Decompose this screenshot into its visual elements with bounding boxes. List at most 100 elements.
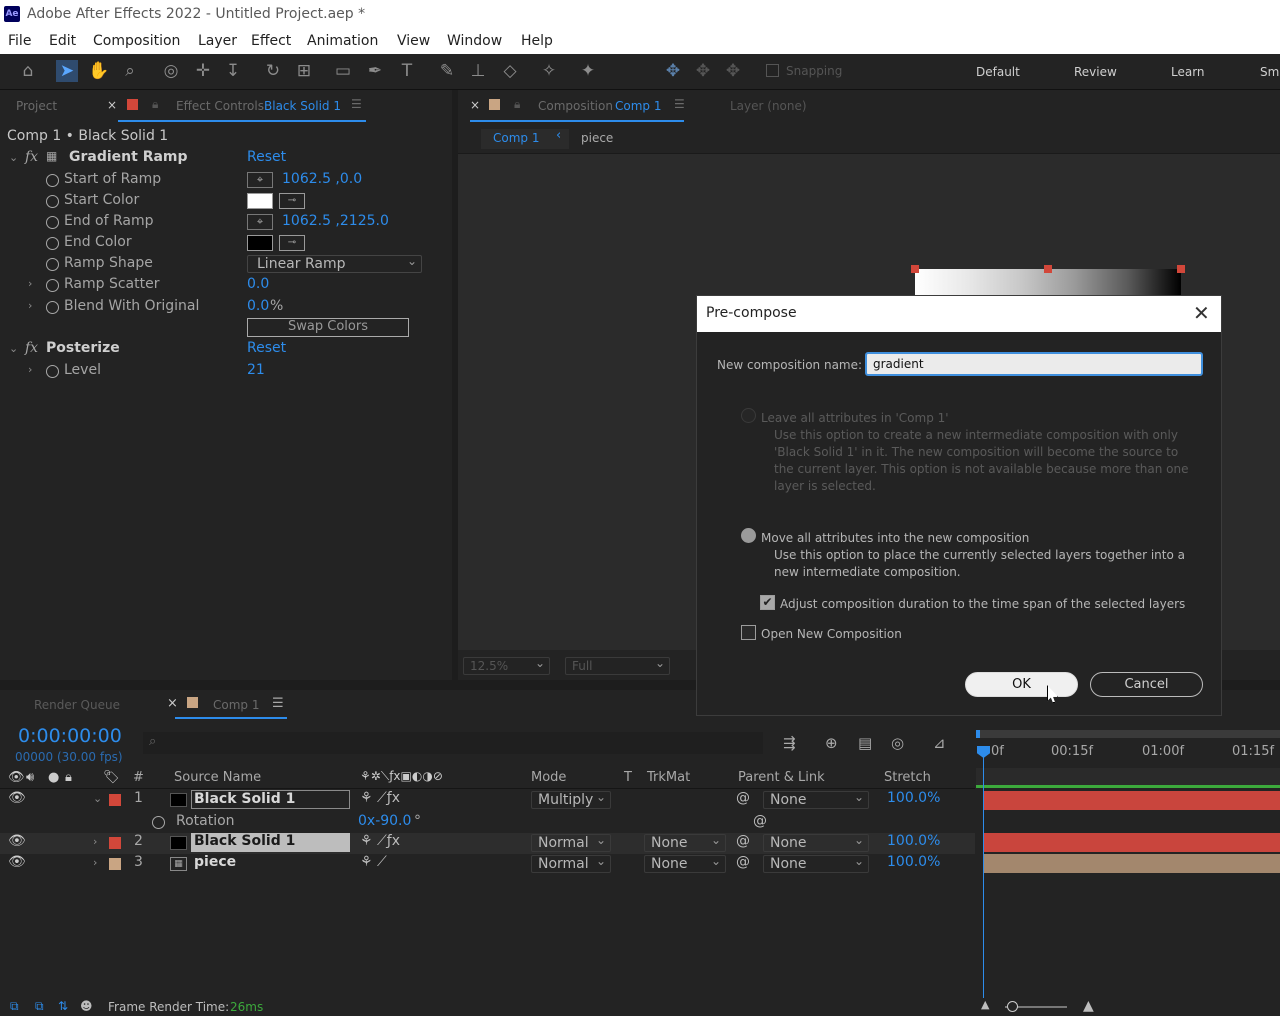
effect-target-name[interactable]: Black Solid 1	[264, 99, 341, 113]
frame-blend-icon[interactable]: ▤	[858, 734, 872, 752]
playhead-marker-icon[interactable]	[977, 746, 990, 758]
type-tool-icon[interactable]: T	[396, 60, 418, 82]
layer-switches-icon[interactable]: ⧉	[35, 999, 44, 1014]
panel-menu-icon[interactable]: ☰	[674, 97, 685, 111]
crosshair-icon[interactable]: ⌖	[247, 172, 273, 188]
menu-effect[interactable]: Effect	[251, 33, 291, 49]
layer-name[interactable]: Black Solid 1	[191, 790, 350, 809]
lock-icon[interactable]: 🔒︎	[514, 97, 520, 112]
eye-icon[interactable]: 👁︎	[8, 854, 26, 870]
chevron-right-icon[interactable]: ›	[28, 299, 32, 312]
stopwatch-icon[interactable]	[46, 279, 59, 292]
current-time[interactable]: 0:00:00:00	[18, 725, 122, 747]
workspace-more[interactable]: Sm	[1260, 65, 1279, 79]
home-icon[interactable]: ⌂	[17, 60, 39, 82]
eye-icon[interactable]: 👁︎	[8, 790, 26, 806]
effect-header-posterize[interactable]: ⌄ fx Posterize Reset	[0, 340, 430, 361]
stopwatch-icon[interactable]	[46, 237, 59, 250]
menu-animation[interactable]: Animation	[307, 33, 378, 49]
handle-icon[interactable]	[911, 265, 919, 273]
chevron-right-icon[interactable]: ›	[28, 277, 32, 290]
zoom-tool-icon[interactable]: ⌕	[119, 60, 141, 82]
layer-name[interactable]: piece	[194, 854, 236, 870]
label-tag-icon[interactable]: 🏷︎	[103, 770, 120, 785]
fx-icon[interactable]: fx	[25, 149, 38, 165]
stopwatch-icon[interactable]	[46, 174, 59, 187]
close-icon[interactable]: ×	[107, 98, 117, 112]
rotation-value[interactable]: 0x-90.0	[358, 813, 411, 829]
panel-menu-icon[interactable]: ☰	[272, 696, 284, 711]
tab-project[interactable]: Project	[16, 99, 57, 113]
selection-tool-icon[interactable]: ➤	[56, 60, 78, 82]
fx-icon[interactable]: fx	[25, 340, 38, 356]
axis-local-icon[interactable]: ✥	[662, 60, 684, 82]
stretch-value[interactable]: 100.0%	[887, 790, 940, 806]
layer-search-input[interactable]: ⌕	[143, 732, 763, 754]
parent-dropdown[interactable]: None	[763, 789, 869, 809]
render-icon[interactable]: ⇅	[58, 999, 68, 1013]
comp-flowchart-icon[interactable]: ⧉	[10, 999, 19, 1014]
adjust-duration-checkbox[interactable]: ✔	[760, 595, 775, 610]
mode-dropdown[interactable]: Normal	[531, 832, 611, 852]
snapping-checkbox[interactable]	[766, 64, 779, 77]
radio-move-attributes[interactable]	[741, 528, 756, 543]
tab-effect-controls[interactable]: Effect Controls	[176, 99, 264, 113]
col-source-name[interactable]: Source Name	[174, 770, 261, 785]
stopwatch-icon[interactable]	[46, 301, 59, 314]
effect-header-gradient-ramp[interactable]: ⌄ fx ▦ Gradient Ramp Reset	[0, 149, 430, 170]
menu-window[interactable]: Window	[447, 33, 502, 49]
draft-3d-icon[interactable]: ⇶	[783, 734, 796, 752]
chevron-right-icon[interactable]: ›	[93, 835, 97, 848]
tab-comp[interactable]: Comp 1	[213, 698, 259, 712]
shy-icon[interactable]: ⊕	[825, 734, 838, 752]
crosshair-icon[interactable]: ⌖	[247, 214, 273, 230]
tab-render-queue[interactable]: Render Queue	[34, 698, 120, 712]
label-color-swatch[interactable]	[109, 794, 121, 806]
eye-icon[interactable]: 👁︎	[8, 833, 26, 849]
stretch-value[interactable]: 100.0%	[887, 854, 940, 870]
clone-tool-icon[interactable]: ⊥	[467, 60, 489, 82]
workspace-default[interactable]: Default	[976, 65, 1020, 79]
anchor-tool-icon[interactable]: ⊞	[293, 60, 315, 82]
axis-world-icon[interactable]: ✥	[692, 60, 714, 82]
eye-icon[interactable]: 👁︎	[8, 770, 25, 785]
prop-value[interactable]: 0.0	[247, 298, 269, 314]
lock-icon[interactable]: 🔒︎	[152, 97, 158, 112]
crumb-piece[interactable]: piece	[581, 131, 613, 145]
lock-icon[interactable]: 🔒︎	[65, 770, 72, 785]
zoom-slider-handle[interactable]	[1007, 1001, 1018, 1012]
parent-pickwhip-icon[interactable]: @	[736, 854, 750, 870]
parent-dropdown[interactable]: None	[763, 853, 869, 873]
ok-button[interactable]: OK	[965, 672, 1078, 697]
axis-view-icon[interactable]: ✥	[722, 60, 744, 82]
work-area-bar[interactable]	[976, 768, 1280, 788]
prop-value[interactable]: 0.0	[247, 276, 269, 292]
hand-tool-icon[interactable]: ✋	[88, 60, 110, 82]
playhead[interactable]	[983, 748, 984, 998]
audio-icon[interactable]: 🔊︎	[26, 770, 34, 785]
eyedropper-icon[interactable]: ⊸	[279, 193, 305, 209]
trkmat-dropdown[interactable]: None	[644, 832, 726, 852]
mode-dropdown[interactable]: Normal	[531, 853, 611, 873]
zoom-out-icon[interactable]: ▲	[981, 998, 989, 1011]
ramp-shape-dropdown[interactable]: Linear Ramp	[247, 253, 422, 273]
mode-dropdown[interactable]: Multiply	[531, 789, 611, 809]
parent-pickwhip-icon[interactable]: @	[736, 790, 750, 806]
close-icon[interactable]: ×	[470, 98, 480, 112]
tab-layer[interactable]: Layer (none)	[730, 99, 807, 113]
orbit-tool-icon[interactable]: ◎	[160, 60, 182, 82]
layer-row[interactable]: 👁︎ › 3 ▦ piece ⚘ ⟋ Normal None @ None 10…	[0, 853, 975, 875]
menu-file[interactable]: File	[8, 33, 31, 49]
rectangle-tool-icon[interactable]: ▭	[332, 60, 354, 82]
brush-tool-icon[interactable]: ✎	[436, 60, 458, 82]
prop-value[interactable]: 1062.5 ,0.0	[282, 171, 362, 187]
stopwatch-icon[interactable]	[46, 365, 59, 378]
layer-row[interactable]: 👁︎ › 2 Black Solid 1 ⚘ ⟋ƒx Normal None @…	[0, 832, 975, 854]
workspace-learn[interactable]: Learn	[1171, 65, 1205, 79]
handle-icon[interactable]	[1177, 265, 1185, 273]
menu-help[interactable]: Help	[521, 33, 553, 49]
stretch-value[interactable]: 100.0%	[887, 833, 940, 849]
label-color-swatch[interactable]	[109, 858, 121, 870]
chevron-right-icon[interactable]: ›	[28, 363, 32, 376]
switch-icons[interactable]: ⚘ ⟋ƒx	[360, 790, 400, 806]
